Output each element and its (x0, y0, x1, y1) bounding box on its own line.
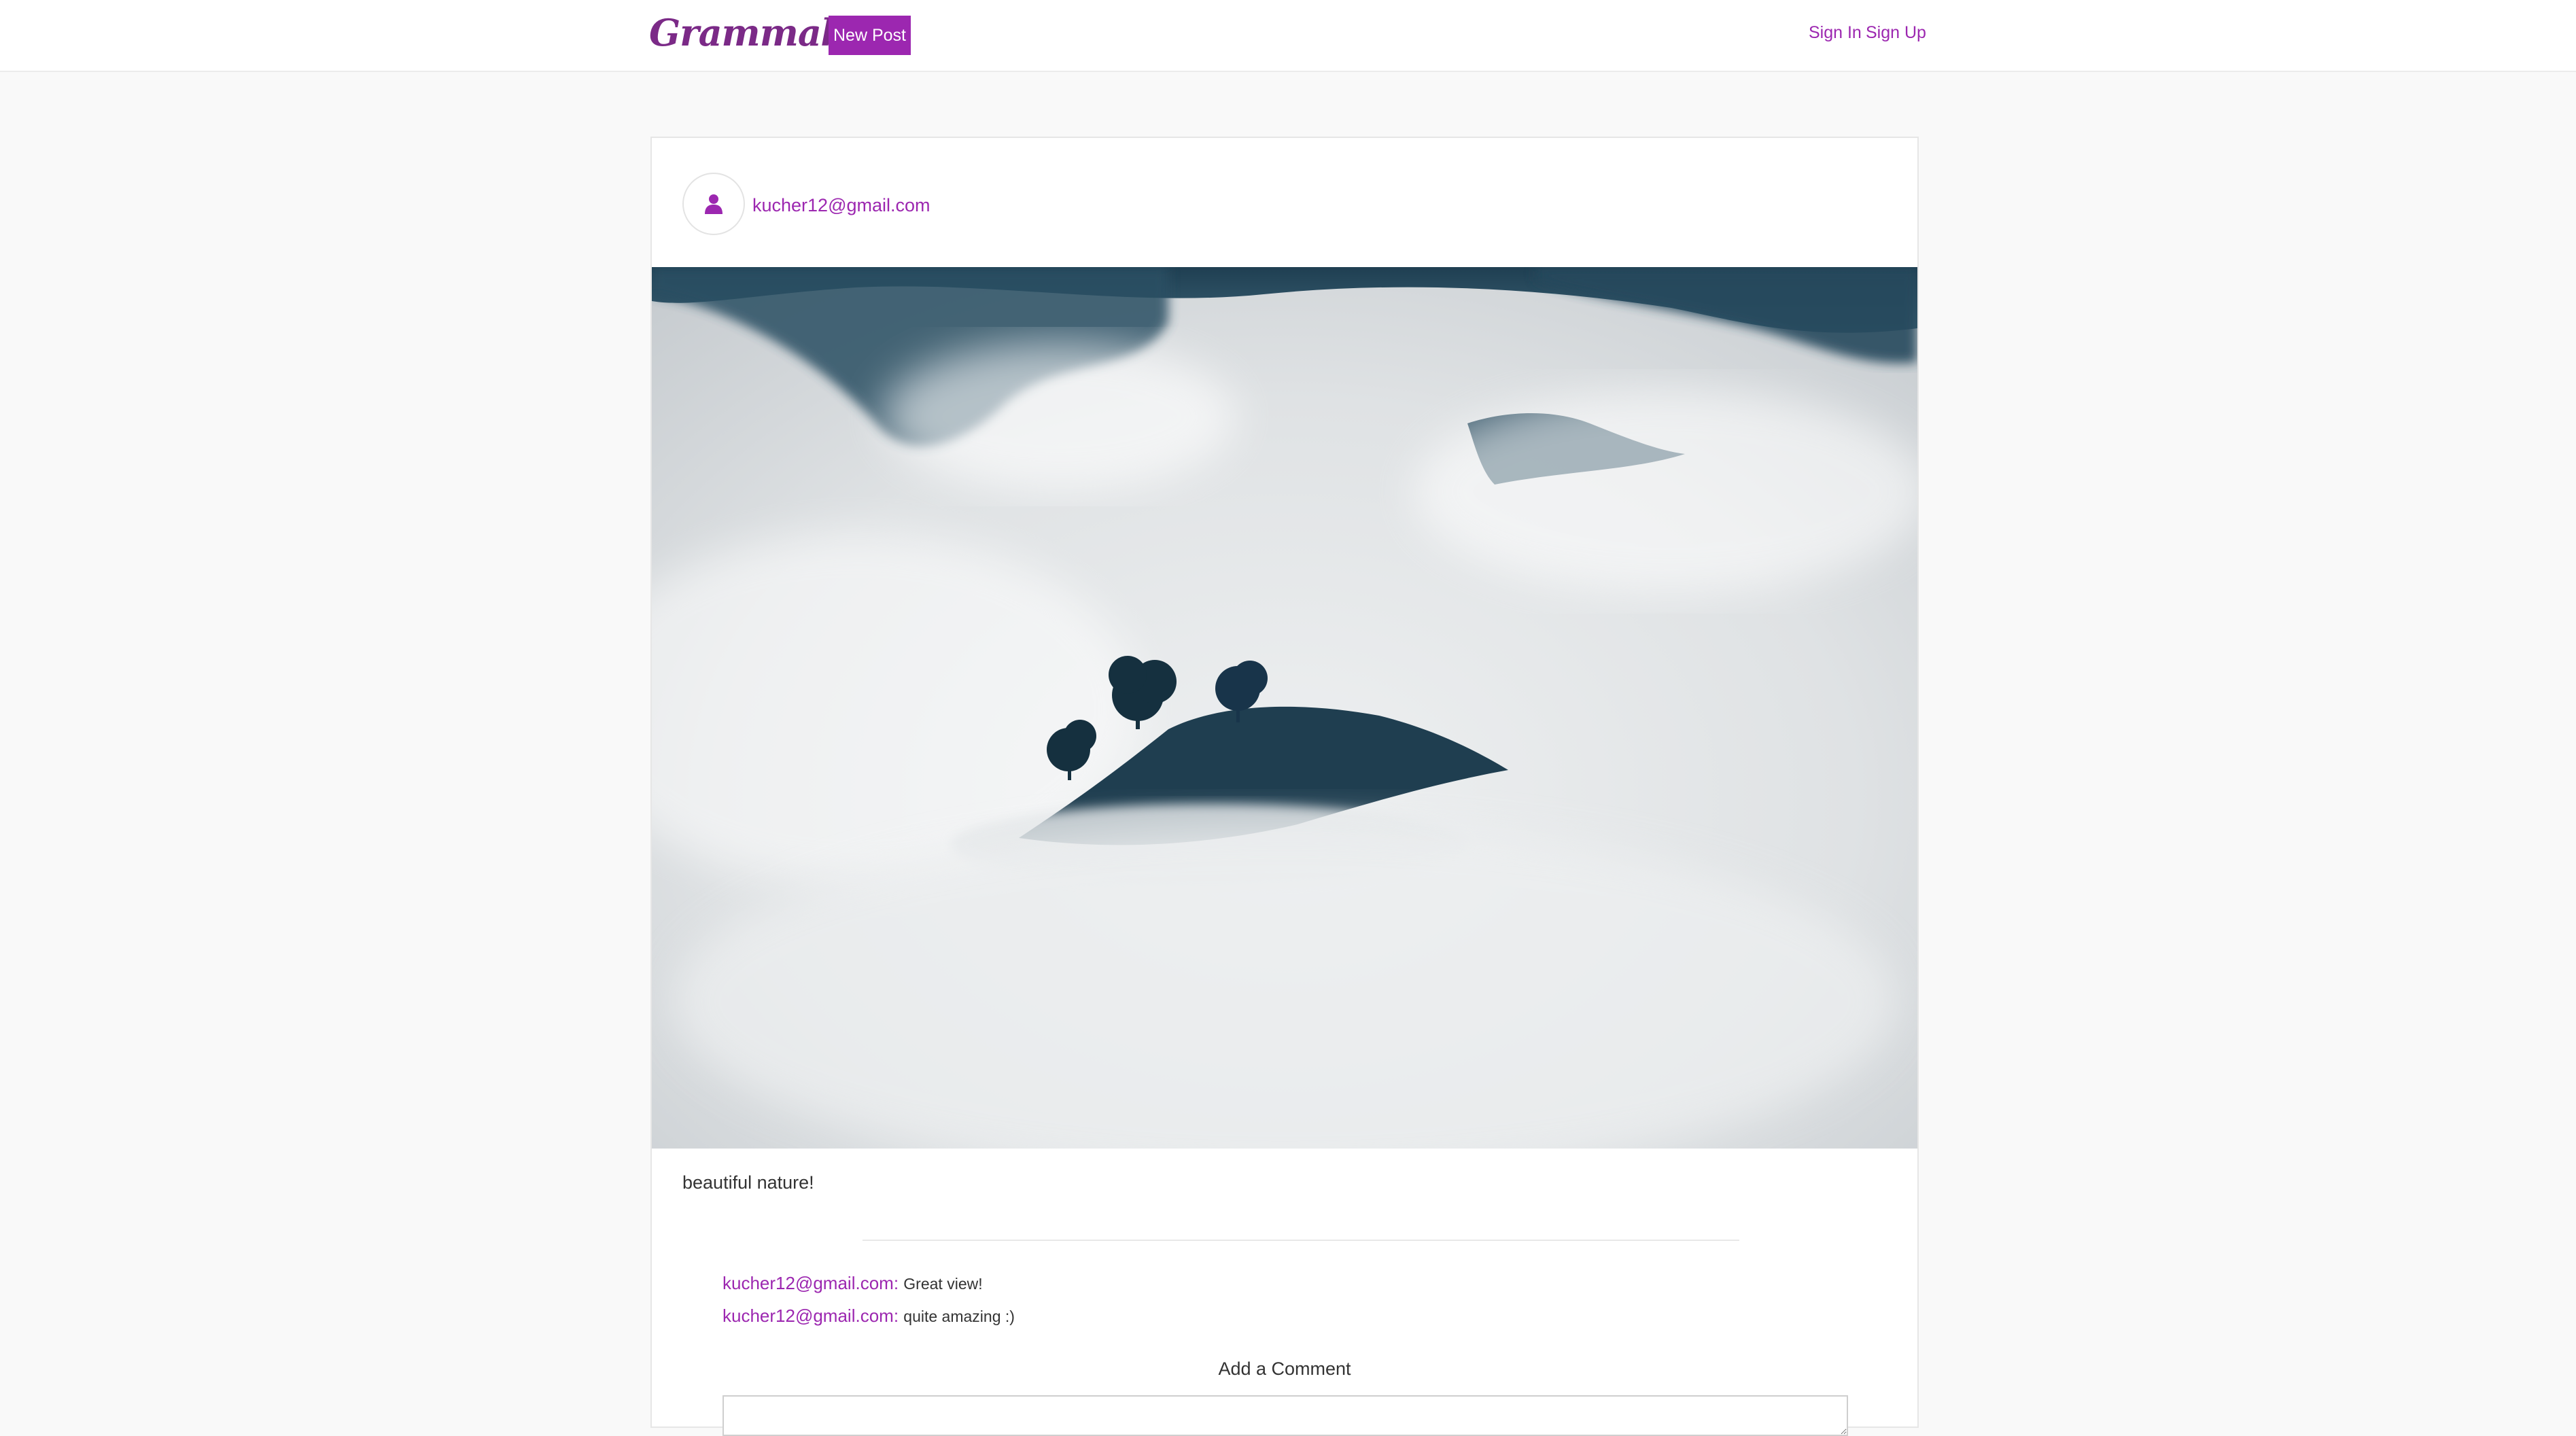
comment-item: kucher12@gmail.com: quite amazing :) (723, 1306, 1015, 1327)
comments-divider (863, 1240, 1739, 1241)
sign-in-link[interactable]: Sign In (1809, 23, 1862, 43)
user-icon (705, 194, 723, 214)
comment-text: quite amazing :) (903, 1308, 1015, 1325)
post-card: kucher12@gmail.com beautiful nature! kuc… (650, 137, 1919, 1436)
post-caption: beautiful nature! (682, 1172, 814, 1193)
comment-author-link[interactable]: kucher12@gmail.com: (723, 1306, 899, 1326)
comment-item: kucher12@gmail.com: Great view! (723, 1273, 983, 1294)
add-comment-label: Add a Comment (1218, 1359, 1351, 1379)
sign-up-link[interactable]: Sign Up (1866, 23, 1926, 43)
comment-input[interactable] (723, 1395, 1848, 1436)
post-image (652, 267, 1917, 1149)
top-navbar: Grammable New Post Sign In Sign Up (0, 0, 2576, 72)
new-post-button[interactable]: New Post (829, 16, 911, 55)
author-avatar (682, 173, 745, 235)
photo-image (652, 267, 1917, 1149)
post-author-link[interactable]: kucher12@gmail.com (752, 195, 930, 216)
comment-author-link[interactable]: kucher12@gmail.com: (723, 1273, 899, 1293)
comment-text: Great view! (903, 1275, 983, 1293)
